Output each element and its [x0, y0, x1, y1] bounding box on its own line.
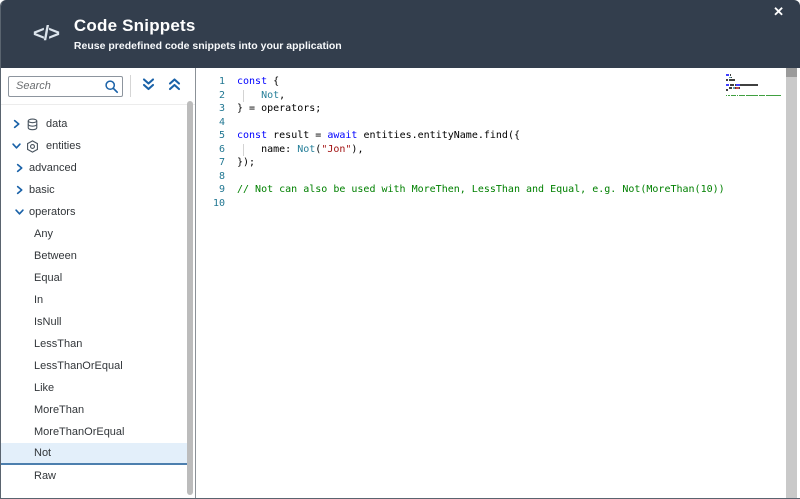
tree-item-any[interactable]: Any [1, 223, 190, 245]
toolbar-separator [130, 75, 131, 97]
code-line-text: name: Not("Jon"), [237, 143, 364, 156]
code-line-text: } = operators; [237, 103, 322, 114]
minimap[interactable] [726, 74, 784, 100]
close-button[interactable]: ✕ [773, 4, 784, 20]
line-number: 7 [218, 157, 225, 168]
code-line-text: // Not can also be used with MoreThen, L… [237, 184, 725, 195]
code-line: 2 Not, [196, 89, 800, 103]
tree-item-label: LessThan [34, 338, 83, 350]
code-snippets-dialog: </> Code Snippets Reuse predefined code … [0, 0, 800, 499]
code-line-text: const { [237, 76, 280, 87]
database-icon [26, 118, 39, 131]
chevron-right-icon[interactable] [14, 184, 25, 196]
tree-item-label: Raw [34, 470, 57, 482]
tree-item-label: In [34, 294, 44, 306]
line-number: 2 [218, 89, 225, 101]
tree-item-label: Equal [34, 272, 63, 284]
tree-item-label: Like [34, 382, 55, 394]
header-titles: Code Snippets Reuse predefined code snip… [74, 16, 342, 52]
tree-item-label: LessThanOrEqual [34, 360, 123, 372]
code-line-text: const result = await entities.entityName… [237, 130, 520, 141]
tree-item-lessthan[interactable]: LessThan [1, 333, 190, 355]
line-number: 5 [218, 130, 225, 141]
tree-item-morethanorequal[interactable]: MoreThanOrEqual [1, 421, 190, 443]
tree-item-label: entities [46, 140, 81, 152]
close-icon: ✕ [773, 4, 784, 19]
code-line: 3 } = operators; [196, 102, 800, 116]
code-line: 8 [196, 170, 800, 184]
chevrons-down-icon [140, 77, 157, 95]
code-line: 6 name: Not("Jon"), [196, 143, 800, 157]
tree-item-equal[interactable]: Equal [1, 267, 190, 289]
tree-item-not[interactable]: Not [1, 443, 190, 465]
code-content: 1 const { 2 Not, 3 } = operators; 4 5 const res… [196, 68, 800, 210]
line-number: 1 [218, 76, 225, 87]
tree-item-morethan[interactable]: MoreThan [1, 399, 190, 421]
code-line-text: }); [237, 157, 256, 168]
dialog-body: data entities advanced basic operators Any Be… [1, 68, 800, 498]
tree-item-between[interactable]: Between [1, 245, 190, 267]
tree-item-label: operators [29, 206, 76, 218]
search-field-wrap [8, 75, 123, 99]
tree-item-label: Between [34, 250, 77, 262]
indent-guide [243, 89, 244, 102]
collapse-all-button[interactable] [161, 73, 188, 99]
indent-guide [243, 143, 244, 156]
code-line: 9 // Not can also be used with MoreThen, … [196, 183, 800, 197]
code-editor[interactable]: 1 const { 2 Not, 3 } = operators; 4 5 const res… [196, 68, 800, 498]
chevron-down-icon[interactable] [11, 140, 22, 152]
tree-item-label: IsNull [34, 316, 62, 328]
code-line: 1 const { [196, 75, 800, 89]
tree-item-in[interactable]: In [1, 289, 190, 311]
page-title: Code Snippets [73, 16, 196, 35]
tree-item-label: MoreThan [34, 404, 85, 416]
chevron-right-icon[interactable] [11, 118, 22, 130]
line-number: 8 [218, 170, 225, 182]
line-number: 6 [218, 143, 225, 155]
tree-item-label: advanced [29, 162, 77, 174]
line-number: 3 [218, 103, 225, 114]
tree-item-lessthanorequal[interactable]: LessThanOrEqual [1, 355, 190, 377]
tree-item-raw[interactable]: Raw [1, 465, 190, 487]
tree-item-basic[interactable]: basic [1, 179, 190, 201]
snippet-tree: data entities advanced basic operators Any Be… [1, 105, 195, 487]
tree-item-label: Any [34, 228, 53, 240]
tree-item-entities[interactable]: entities [1, 135, 190, 157]
entity-icon [26, 139, 39, 153]
chevron-right-icon[interactable] [14, 162, 25, 174]
sidebar: data entities advanced basic operators Any Be… [1, 68, 196, 498]
chevrons-up-icon [166, 77, 183, 95]
dialog-header: </> Code Snippets Reuse predefined code … [1, 0, 800, 68]
page-subtitle: Reuse predefined code snippets into your… [73, 40, 342, 52]
code-line: 7}); [196, 156, 800, 170]
tree-item-isnull[interactable]: IsNull [1, 311, 190, 333]
line-number: 4 [218, 116, 225, 128]
line-number: 10 [212, 197, 225, 209]
tree-item-operators[interactable]: operators [1, 201, 190, 223]
tree-item-label: data [46, 118, 68, 130]
tree-item-like[interactable]: Like [1, 377, 190, 399]
code-line: 4 [196, 116, 800, 130]
code-line: 5 const result = await entities.entityNam… [196, 129, 800, 143]
code-line: 10 [196, 197, 800, 211]
tree-item-data[interactable]: data [1, 113, 190, 135]
editor-scrollbar[interactable] [786, 68, 797, 498]
line-number: 9 [218, 184, 225, 195]
tree-item-label: MoreThanOrEqual [34, 426, 125, 438]
chevron-down-icon[interactable] [14, 206, 25, 218]
code-line-text: Not, [225, 89, 285, 103]
editor-scrollbar-thumb[interactable] [786, 68, 797, 77]
tree-item-label: Not [34, 447, 52, 459]
search-icon[interactable] [104, 79, 119, 99]
sidebar-toolbar [1, 68, 195, 105]
code-icon: </> [33, 22, 60, 45]
expand-all-button[interactable] [135, 73, 162, 99]
sidebar-scrollbar[interactable] [187, 101, 193, 495]
tree-item-label: basic [29, 184, 55, 196]
tree-item-advanced[interactable]: advanced [1, 157, 190, 179]
